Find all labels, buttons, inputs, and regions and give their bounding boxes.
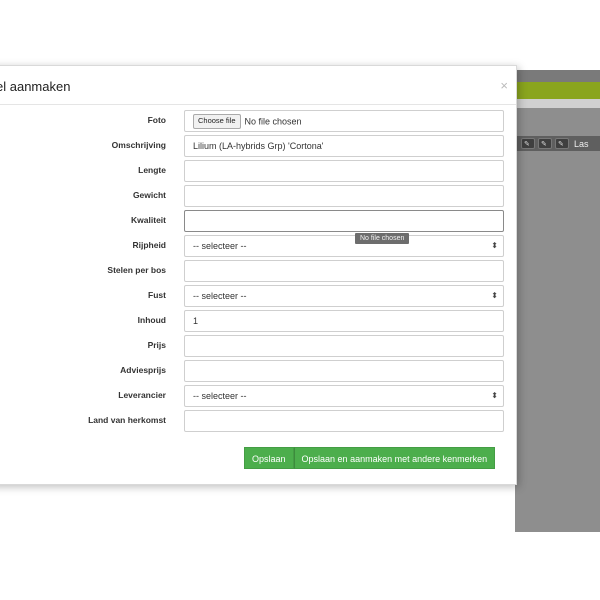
adviesprijs-label: Adviesprijs [120,365,166,375]
fust-label: Fust [148,290,166,300]
land-van-herkomst-row: Land van herkomst [0,410,516,434]
foto-row: Foto Choose file No file chosen [0,110,516,134]
rijpheid-selected-value: -- selecteer -- [193,241,247,251]
close-icon[interactable]: × [500,78,508,93]
stelen-per-bos-label: Stelen per bos [107,265,166,275]
fust-row: Fust -- selecteer -- ⬍ [0,285,516,309]
background-pencil-icon: ✎ [521,138,535,149]
file-status-text: No file chosen [244,116,302,127]
background-top-strip [515,70,600,82]
leverancier-select[interactable]: -- selecteer -- ⬍ [184,385,504,407]
omschrijving-label: Omschrijving [111,140,166,150]
rijpheid-row: Rijpheid -- selecteer -- ⬍ [0,235,516,259]
leverancier-label: Leverancier [118,390,166,400]
gewicht-label: Gewicht [132,190,166,200]
background-toolbar: ✎ ✎ ✎ Las [515,136,600,151]
save-button[interactable]: Opslaan [244,447,294,469]
inhoud-label: Inhoud [137,315,166,325]
rijpheid-label: Rijpheid [132,240,166,250]
lengte-row: Lengte [0,160,516,184]
gewicht-input[interactable] [184,185,504,207]
select-arrows-icon: ⬍ [491,291,498,300]
kwaliteit-row: Kwaliteit [0,210,516,234]
file-tooltip: No file chosen [355,233,410,244]
fust-selected-value: -- selecteer -- [193,291,247,301]
select-arrows-icon: ⬍ [491,391,498,400]
land-van-herkomst-label: Land van herkomst [88,415,166,425]
omschrijving-row: Omschrijving Lilium (LA-hybrids Grp) 'Co… [0,135,516,159]
leverancier-row: Leverancier -- selecteer -- ⬍ [0,385,516,409]
stelen-per-bos-input[interactable] [184,260,504,282]
background-green-bar [515,82,600,99]
inhoud-row: Inhoud 1 [0,310,516,334]
background-pencil-icon-2: ✎ [538,138,552,149]
foto-file-input[interactable]: Choose file No file chosen [184,110,504,132]
land-van-herkomst-input[interactable] [184,410,504,432]
lengte-label: Lengte [138,165,166,175]
kwaliteit-label: Kwaliteit [131,215,166,225]
prijs-input[interactable] [184,335,504,357]
fust-select[interactable]: -- selecteer -- ⬍ [184,285,504,307]
leverancier-selected-value: -- selecteer -- [193,391,247,401]
lengte-input[interactable] [184,160,504,182]
kwaliteit-input[interactable] [184,210,504,232]
save-and-create-new-button[interactable]: Opslaan en aanmaken met andere kenmerken [293,447,496,469]
omschrijving-input[interactable]: Lilium (LA-hybrids Grp) 'Cortona' [184,135,504,157]
adviesprijs-input[interactable] [184,360,504,382]
background-light-strip [515,99,600,108]
modal-header: el aanmaken × [0,66,516,105]
background-toolbar-label: Las [574,138,589,149]
foto-label: Foto [147,115,166,125]
background-app: ✎ ✎ ✎ Las [515,70,600,532]
modal-title: el aanmaken [0,79,71,94]
background-pencil-icon-3: ✎ [555,138,569,149]
create-item-modal: el aanmaken × Foto Choose file No file ch… [0,65,517,485]
adviesprijs-row: Adviesprijs [0,360,516,384]
rijpheid-select[interactable]: -- selecteer -- ⬍ [184,235,504,257]
inhoud-input[interactable]: 1 [184,310,504,332]
gewicht-row: Gewicht [0,185,516,209]
stelen-per-bos-row: Stelen per bos [0,260,516,284]
prijs-label: Prijs [147,340,166,350]
choose-file-button[interactable]: Choose file [193,114,241,130]
prijs-row: Prijs [0,335,516,359]
select-arrows-icon: ⬍ [491,241,498,250]
modal-actions: Opslaan Opslaan en aanmaken met andere k… [244,447,496,469]
